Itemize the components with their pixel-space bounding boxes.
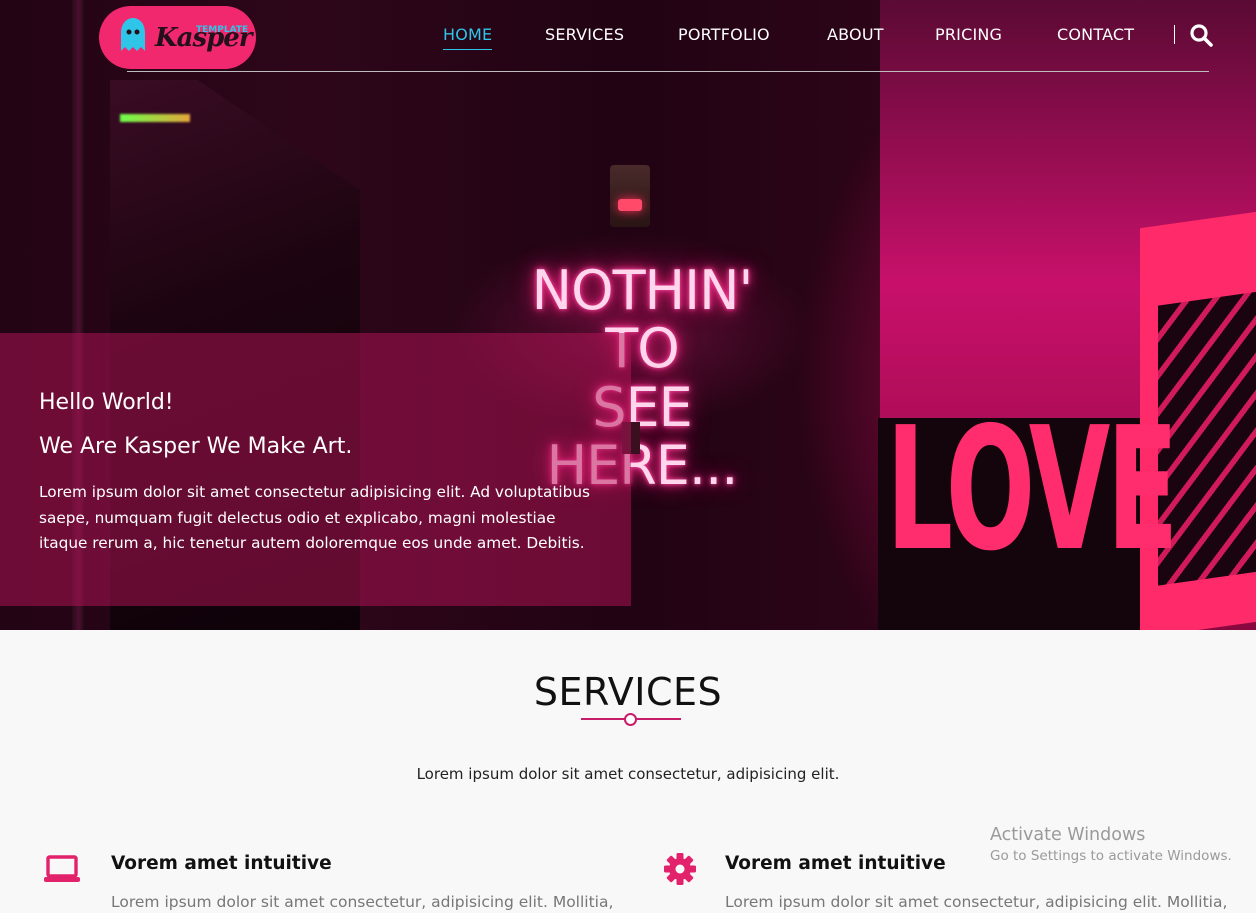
hero-text-panel (0, 333, 631, 606)
laptop-icon (44, 855, 80, 882)
nav-portfolio[interactable]: PORTFOLIO (678, 25, 770, 44)
hero-description-line-3: itaque rerum a, hic tenetur autem dolore… (39, 534, 585, 553)
hero-tagline: We Are Kasper We Make Art. (39, 434, 353, 459)
hero-description-line-2: saepe, numquam fugit delectus odio et ex… (39, 508, 556, 527)
service-text-2: Lorem ipsum dolor sit amet consectetur, … (725, 893, 1228, 911)
ghost-icon (121, 18, 145, 51)
nav-separator (1174, 25, 1175, 44)
hero-description: Lorem ipsum dolor sit amet consectetur a… (39, 480, 591, 557)
logo-wordmark: Kasper (155, 23, 253, 53)
hero-description-line-1: Lorem ipsum dolor sit amet consectetur a… (39, 483, 590, 501)
hero-greeting: Hello World! (39, 390, 174, 415)
watermark-line-2: Go to Settings to activate Windows. (990, 848, 1232, 864)
windows-activation-watermark: Activate Windows Go to Settings to activ… (990, 825, 1232, 864)
gear-icon (664, 853, 696, 885)
nav-underline-rule (127, 71, 1209, 72)
nav-about[interactable]: ABOUT (827, 25, 884, 44)
service-text-1: Lorem ipsum dolor sit amet consectetur, … (111, 893, 614, 911)
services-subtitle: Lorem ipsum dolor sit amet consectetur, … (416, 765, 840, 783)
service-title-2: Vorem amet intuitive (725, 853, 946, 874)
search-icon[interactable] (1189, 23, 1213, 47)
services-divider-dot (624, 713, 637, 726)
nav-services[interactable]: SERVICES (545, 25, 624, 44)
nav-pricing[interactable]: PRICING (935, 25, 1002, 44)
watermark-line-1: Activate Windows (990, 825, 1146, 845)
nav-home[interactable]: HOME (443, 25, 493, 50)
nav-contact[interactable]: CONTACT (1057, 25, 1134, 44)
hero-love-sign: LOVE (886, 391, 1179, 589)
hero-fire-alarm (610, 165, 650, 227)
service-title-1: Vorem amet intuitive (111, 853, 332, 874)
hero-door-light (120, 114, 190, 122)
services-title: SERVICES (533, 670, 723, 714)
